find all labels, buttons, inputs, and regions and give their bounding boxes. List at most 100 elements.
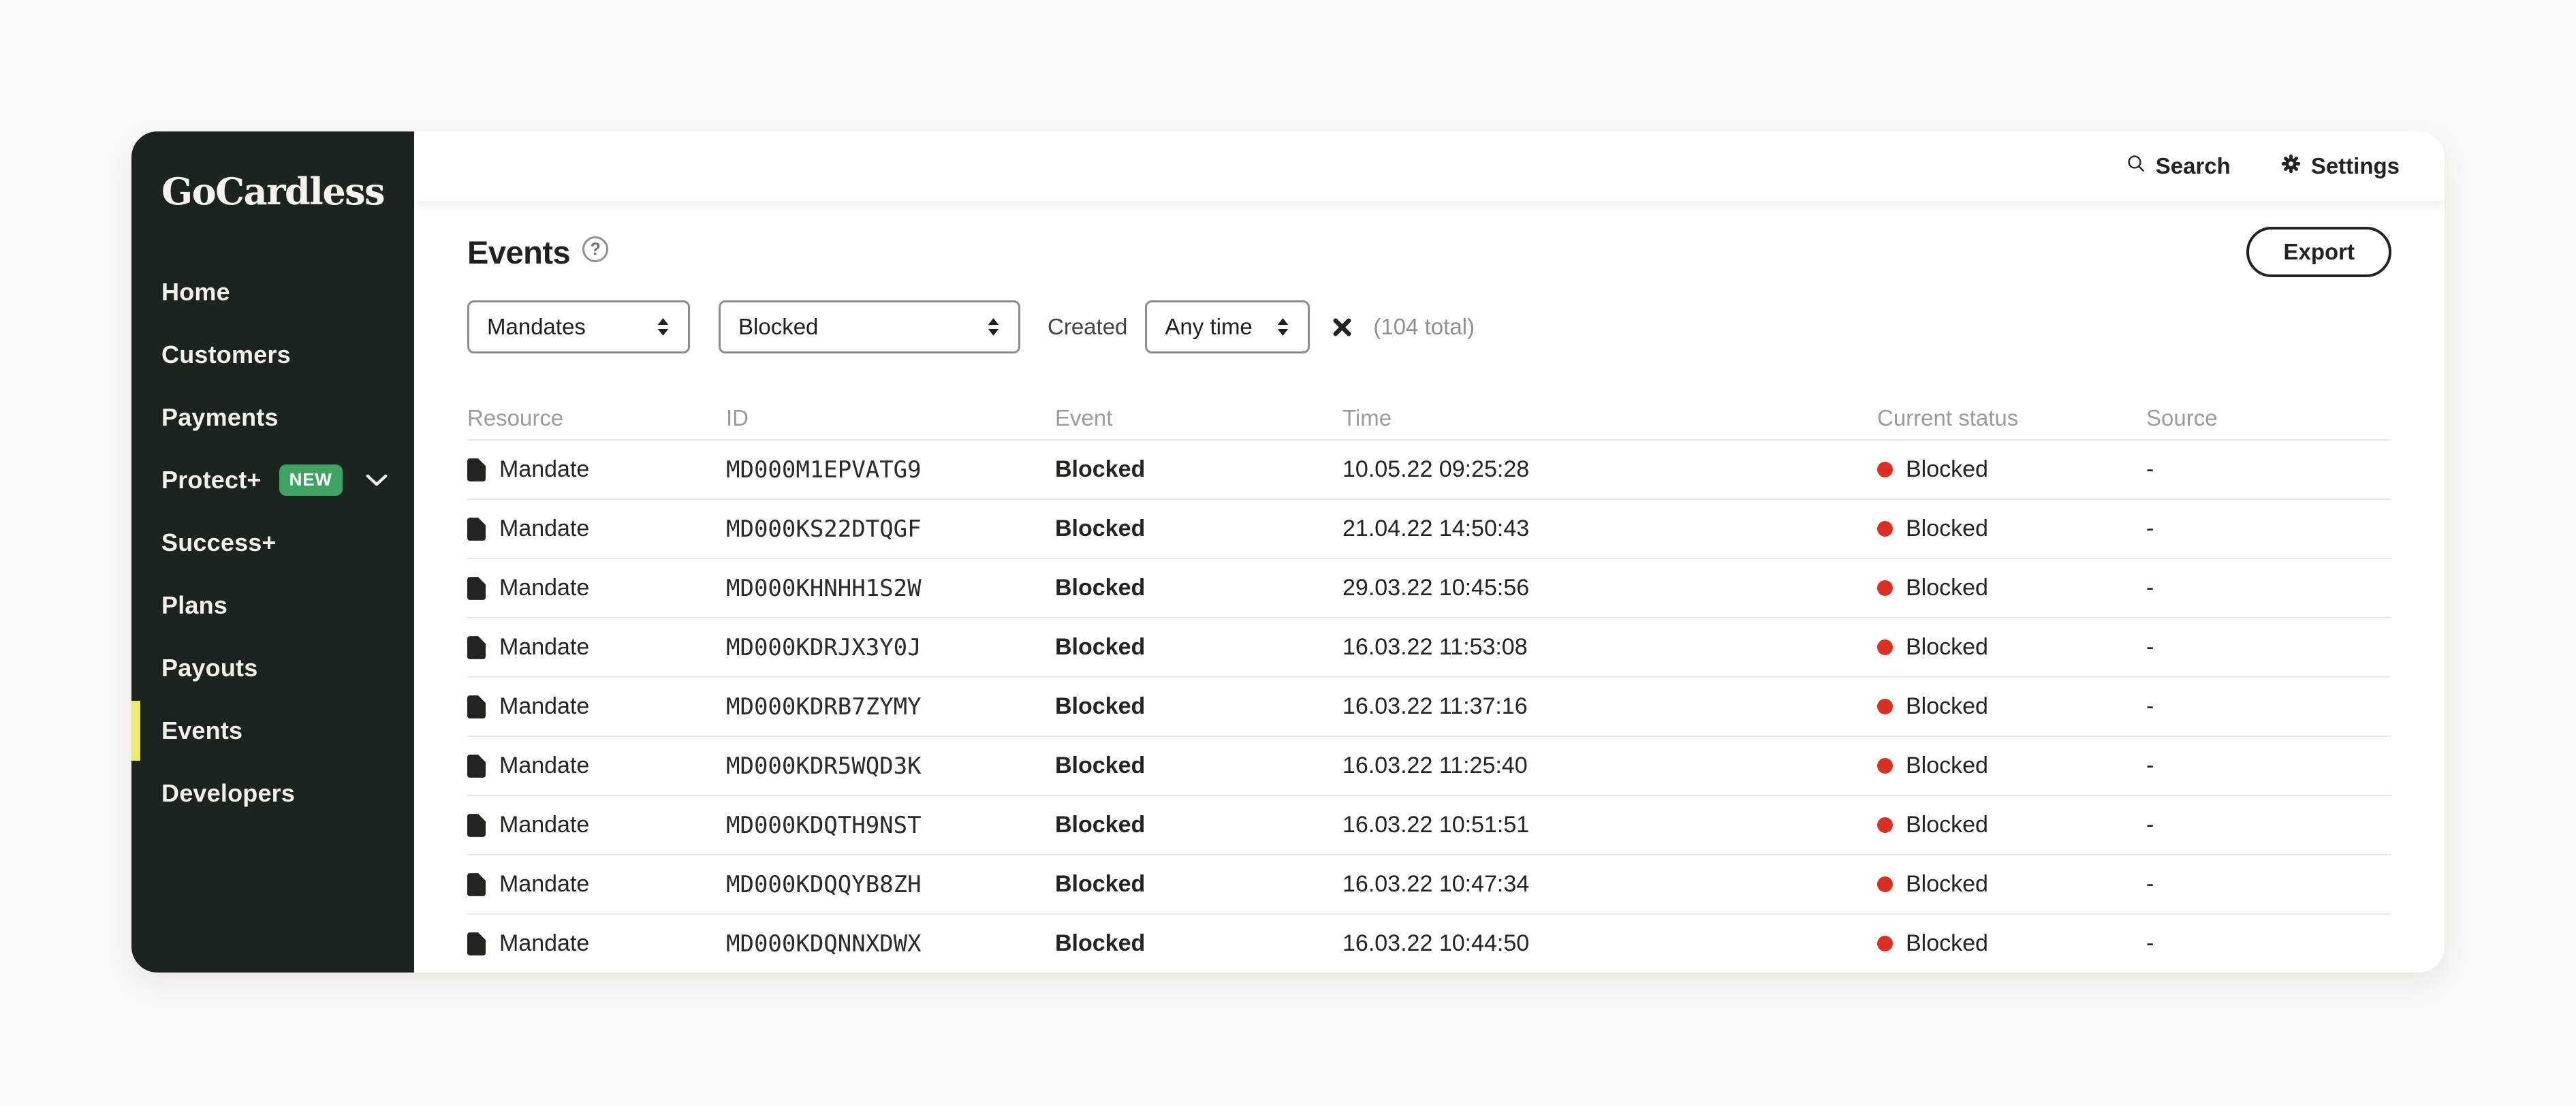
time-cell: 16.03.22 11:53:08 [1342,634,1877,661]
id-cell: MD000KDRB7ZYMY [726,693,1055,721]
sidebar-item-developers[interactable]: Developers [131,762,414,825]
resource-cell: Mandate [467,516,726,542]
export-button[interactable]: Export [2246,227,2391,277]
settings-button[interactable]: Settings [2280,153,2400,180]
event-cell: Blocked [1055,456,1342,483]
sidebar-item-label: Payments [161,403,279,432]
sidebar: GoCardless Home Customers Payments Prote… [131,131,414,973]
help-icon[interactable]: ? [582,236,608,262]
sidebar-nav: Home Customers Payments Protect+ NEW Suc… [131,261,414,825]
table-row[interactable]: Mandate MD000KDQNNXDWX Blocked 16.03.22 … [467,915,2391,973]
status-label: Blocked [1906,930,1988,957]
status-label: Blocked [1906,575,1988,601]
resource-type-select[interactable]: Mandates [467,300,690,353]
resource-cell: Mandate [467,575,726,601]
resource-type-value: Mandates [487,314,586,340]
resource-label: Mandate [499,575,589,601]
table-row[interactable]: Mandate MD000KDRB7ZYMY Blocked 16.03.22 … [467,678,2391,737]
brand-logo: GoCardless [161,170,414,213]
source-cell: - [2146,634,2391,661]
status-dot-icon [1877,580,1893,596]
sidebar-item-label: Success+ [161,528,277,557]
table-row[interactable]: Mandate MD000M1EPVATG9 Blocked 10.05.22 … [467,441,2391,500]
document-icon [467,518,486,541]
table-row[interactable]: Mandate MD000KDQTH9NST Blocked 16.03.22 … [467,796,2391,855]
events-table: ResourceIDEventTimeCurrent statusSource … [467,397,2391,973]
time-cell: 10.05.22 09:25:28 [1342,456,1877,483]
status-label: Blocked [1906,456,1988,483]
status-label: Blocked [1906,753,1988,779]
id-cell: MD000KDQQYB8ZH [726,871,1055,898]
clear-filters-icon[interactable] [1332,317,1353,338]
sidebar-item-home[interactable]: Home [131,261,414,323]
resource-label: Mandate [499,871,589,898]
event-cell: Blocked [1055,753,1342,779]
resource-cell: Mandate [467,812,726,838]
status-dot-icon [1877,521,1893,537]
status-cell: Blocked [1877,634,2146,661]
document-icon [467,932,486,955]
table-header-row: ResourceIDEventTimeCurrent statusSource [467,397,2391,441]
sidebar-item-payments[interactable]: Payments [131,386,414,449]
search-button[interactable]: Search [2125,153,2231,180]
sidebar-item-protect[interactable]: Protect+ NEW [131,449,414,511]
event-cell: Blocked [1055,634,1342,661]
time-cell: 16.03.22 10:44:50 [1342,930,1877,957]
status-cell: Blocked [1877,516,2146,542]
resource-label: Mandate [499,693,589,720]
status-cell: Blocked [1877,575,2146,601]
id-cell: MD000M1EPVATG9 [726,456,1055,484]
event-type-select[interactable]: Blocked [719,300,1020,353]
status-label: Blocked [1906,516,1988,542]
status-cell: Blocked [1877,753,2146,779]
document-icon [467,577,486,600]
source-cell: - [2146,753,2391,779]
resource-cell: Mandate [467,693,726,720]
status-cell: Blocked [1877,812,2146,838]
id-cell: MD000KDQTH9NST [726,812,1055,839]
resource-label: Mandate [499,812,589,838]
id-cell: MD000KDQNNXDWX [726,930,1055,958]
event-cell: Blocked [1055,871,1342,898]
new-badge: NEW [279,464,343,496]
sidebar-item-success[interactable]: Success+ [131,511,414,574]
select-arrows-icon [971,317,1002,337]
table-row[interactable]: Mandate MD000KDR5WQD3K Blocked 16.03.22 … [467,737,2391,796]
topbar: Search Settings [414,131,2445,201]
document-icon [467,873,486,896]
sidebar-item-label: Customers [161,341,291,369]
active-indicator [131,701,140,761]
status-cell: Blocked [1877,930,2146,957]
sidebar-item-events[interactable]: Events [131,699,414,762]
resource-cell: Mandate [467,634,726,661]
resource-label: Mandate [499,753,589,779]
table-row[interactable]: Mandate MD000KHNHH1S2W Blocked 29.03.22 … [467,559,2391,618]
filter-bar: Mandates Blocked Created [467,300,2391,353]
source-cell: - [2146,575,2391,601]
sidebar-item-customers[interactable]: Customers [131,323,414,386]
search-label: Search [2156,153,2231,179]
settings-label: Settings [2311,153,2400,179]
created-label: Created [1048,314,1127,340]
table-row[interactable]: Mandate MD000KDRJX3Y0J Blocked 16.03.22 … [467,618,2391,678]
status-cell: Blocked [1877,693,2146,720]
id-cell: MD000KHNHH1S2W [726,575,1055,602]
created-time-value: Any time [1165,314,1252,340]
source-cell: - [2146,693,2391,720]
resource-cell: Mandate [467,871,726,898]
created-time-select[interactable]: Any time [1145,300,1310,353]
select-arrows-icon [1261,317,1291,337]
column-header: Current status [1877,405,2146,431]
select-arrows-icon [641,317,672,337]
table-row[interactable]: Mandate MD000KDQQYB8ZH Blocked 16.03.22 … [467,855,2391,915]
document-icon [467,695,486,718]
table-row[interactable]: Mandate MD000KS22DTQGF Blocked 21.04.22 … [467,500,2391,559]
column-header: Time [1342,405,1877,431]
status-dot-icon [1877,876,1893,892]
status-label: Blocked [1906,871,1988,898]
resource-label: Mandate [499,634,589,661]
main-area: Search Settings [414,131,2445,973]
sidebar-item-payouts[interactable]: Payouts [131,637,414,699]
sidebar-item-plans[interactable]: Plans [131,574,414,637]
app-window: GoCardless Home Customers Payments Prote… [131,131,2445,973]
